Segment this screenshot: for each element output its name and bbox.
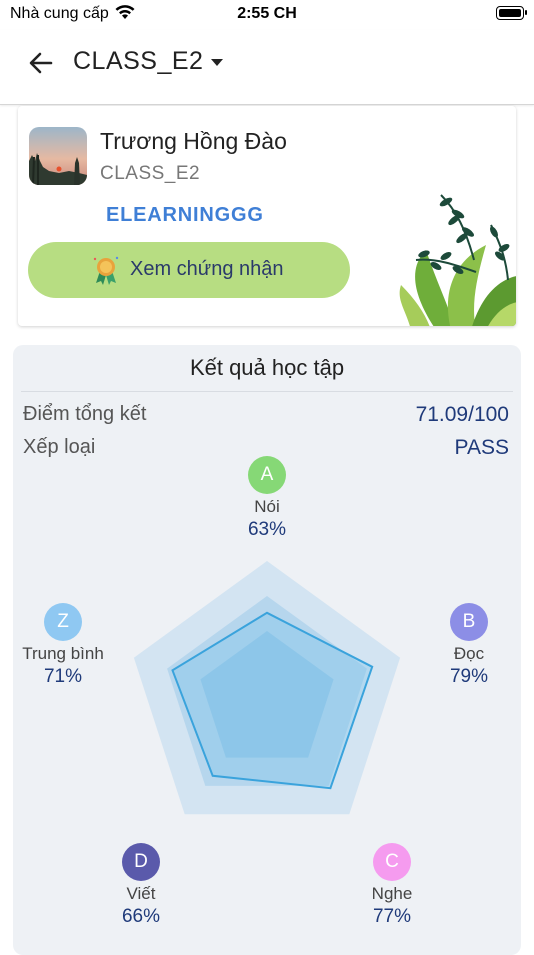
- clock-time: 2:55 CH: [237, 5, 297, 22]
- battery-tip: [525, 10, 527, 15]
- skill-badge-c: C: [373, 843, 411, 881]
- skill-name: Nói: [254, 497, 280, 516]
- skill-percent: 79%: [449, 666, 489, 687]
- battery-icon: [496, 6, 524, 20]
- class-selector-title[interactable]: CLASS_E2: [73, 47, 203, 76]
- skill-badge-d: D: [122, 843, 160, 881]
- skill-name: Đọc: [453, 644, 485, 663]
- view-certificate-label: Xem chứng nhận: [130, 258, 284, 280]
- award-ribbon-icon: [93, 256, 119, 285]
- skill-name: Viết: [126, 884, 156, 903]
- plant-illustration: [399, 194, 516, 326]
- nav-bar: CLASS_E2: [0, 30, 534, 105]
- profile-card: Trương Hồng Đào CLASS_E2 ELEARNINGGG Xem…: [18, 106, 516, 326]
- skill-name: Trung bình: [22, 644, 104, 663]
- skill-percent: 71%: [43, 666, 83, 687]
- skill-average: Z Trung bình 71%: [3, 603, 123, 688]
- avatar: [29, 127, 87, 185]
- organization-name: ELEARNINGGG: [106, 204, 264, 226]
- skill-badge-z: Z: [44, 603, 82, 641]
- skill-percent: 77%: [372, 906, 412, 927]
- skill-percent: 63%: [247, 519, 287, 540]
- learning-results-card: Kết quả học tập Điểm tổng kết 71.09/100 …: [13, 345, 521, 955]
- skill-badge-a: A: [248, 456, 286, 494]
- skill-percent: 66%: [121, 906, 161, 927]
- skill-writing: D Viết 66%: [81, 843, 201, 928]
- student-class: CLASS_E2: [100, 163, 201, 184]
- view-certificate-button[interactable]: Xem chứng nhận: [28, 242, 350, 298]
- skill-badge-b: B: [450, 603, 488, 641]
- student-name: Trương Hồng Đào: [100, 128, 287, 154]
- status-bar: Nhà cung cấp 2:55 CH: [0, 0, 534, 30]
- skill-listening: C Nghe 77%: [332, 843, 452, 928]
- skill-name: Nghe: [371, 884, 413, 903]
- back-arrow-icon[interactable]: [26, 48, 56, 78]
- skill-reading: B Đọc 79%: [409, 603, 529, 688]
- caret-down-icon[interactable]: [207, 52, 227, 72]
- skill-speaking: A Nói 63%: [207, 456, 327, 541]
